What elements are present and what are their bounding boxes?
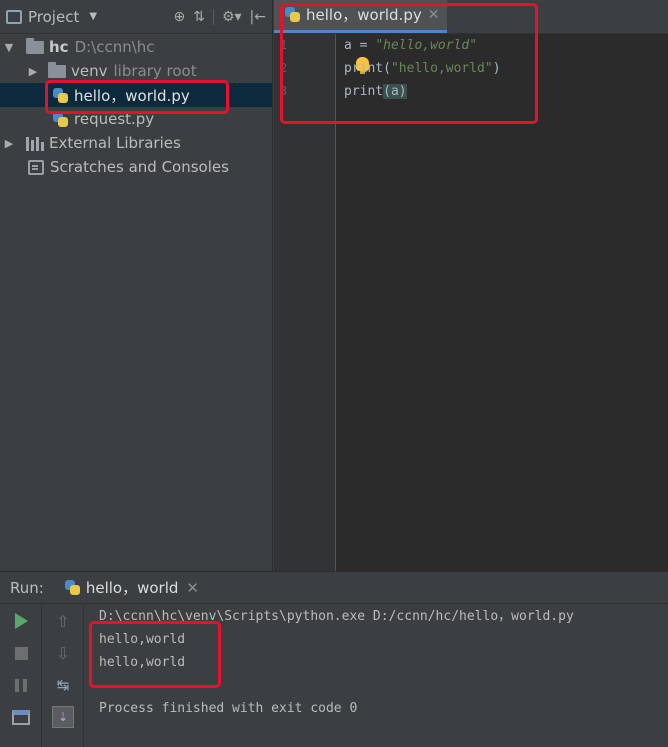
python-file-icon	[64, 579, 81, 596]
tree-item-label: hc	[49, 38, 69, 56]
scroll-to-end-button[interactable]: ⇣	[42, 701, 84, 733]
scroll-down-button[interactable]: ⇩	[42, 637, 84, 669]
run-toolbar-primary	[0, 605, 42, 747]
scroll-up-button[interactable]: ⇧	[42, 605, 84, 637]
chevron-down-icon[interactable]: ▼	[89, 11, 97, 22]
tree-item-label: Scratches and Consoles	[50, 158, 229, 176]
run-label: Run:	[10, 578, 44, 597]
tree-item-label: venv	[71, 62, 108, 80]
annotation-box-editor	[280, 3, 538, 124]
arrow-up-icon: ⇧	[56, 611, 70, 631]
tree-item-hc[interactable]: ▼ hc D:\ccnn\hc	[0, 35, 272, 59]
project-header: Project ▼ ⊕ ⇅ ⚙▾ |←	[0, 0, 272, 34]
locate-icon[interactable]: ⊕	[174, 9, 186, 25]
scratches-icon	[28, 159, 44, 175]
close-icon[interactable]: ✕	[186, 579, 199, 597]
tree-item-scratches[interactable]: Scratches and Consoles	[0, 155, 272, 179]
arrow-down-icon: ⇩	[56, 643, 70, 663]
project-title[interactable]: Project	[28, 8, 79, 26]
run-toolbar-secondary: ⇧ ⇩ ↹ ⇣	[42, 605, 84, 747]
toolbar-separator	[212, 8, 214, 25]
gear-icon[interactable]: ⚙▾	[222, 9, 242, 25]
screen-icon	[12, 709, 30, 725]
annotation-box-console	[89, 621, 221, 688]
run-tab[interactable]: hello，world ✕	[64, 577, 199, 598]
expand-arrow-icon[interactable]: ▶	[26, 65, 40, 78]
wrap-icon: ↹	[56, 676, 70, 694]
pause-icon	[15, 678, 27, 692]
project-view-icon	[6, 9, 22, 24]
annotation-box-tree-file	[45, 80, 229, 114]
run-tab-label: hello，world	[85, 579, 179, 597]
pause-button[interactable]	[0, 669, 42, 701]
dump-threads-button[interactable]	[0, 701, 42, 733]
play-icon	[14, 613, 28, 629]
run-header: Run: hello，world ✕	[0, 572, 668, 604]
tree-item-label: External Libraries	[49, 134, 181, 152]
hide-panel-icon[interactable]: |←	[250, 9, 266, 25]
tree-item-external-libraries[interactable]: ▶ External Libraries	[0, 131, 272, 155]
library-icon	[26, 136, 44, 151]
expand-arrow-icon[interactable]: ▼	[2, 41, 16, 54]
stop-icon	[14, 646, 28, 660]
expand-arrow-icon[interactable]: ▶	[2, 137, 16, 150]
tree-item-note: library root	[113, 62, 197, 80]
folder-icon	[26, 37, 44, 54]
folder-icon	[48, 61, 66, 78]
tree-item-path: D:\ccnn\hc	[74, 38, 155, 56]
collapse-all-icon[interactable]: ⇅	[193, 9, 205, 25]
rerun-button[interactable]	[0, 605, 42, 637]
soft-wrap-button[interactable]: ↹	[42, 669, 84, 701]
console-line: Process finished with exit code 0	[99, 701, 358, 716]
scroll-end-icon: ⇣	[52, 706, 74, 728]
stop-button[interactable]	[0, 637, 42, 669]
